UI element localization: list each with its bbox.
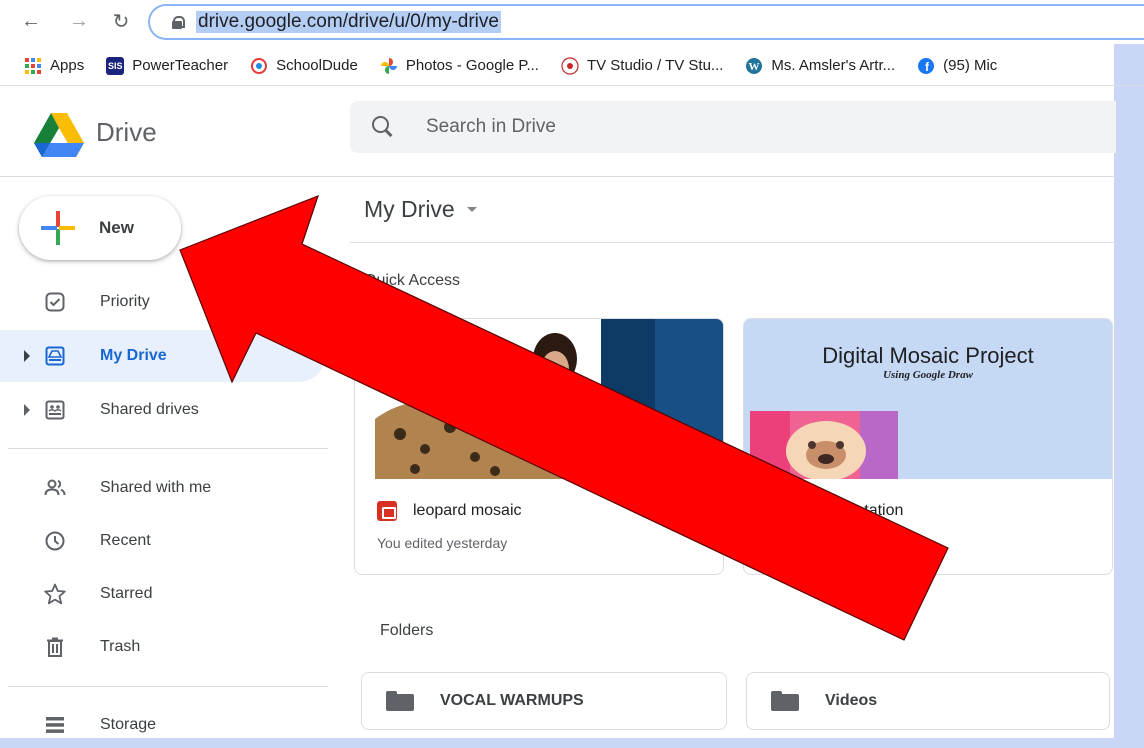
bookmark-label: SchoolDude bbox=[276, 57, 358, 74]
sidebar-item-storage[interactable]: Storage bbox=[0, 699, 325, 748]
quick-access-card-digital-mosaic[interactable]: Digital Mosaic Project Using Google Draw… bbox=[743, 318, 1113, 575]
sidebar-item-label: Shared drives bbox=[100, 401, 199, 418]
folders-heading: Folders bbox=[380, 622, 434, 639]
new-button-label: New bbox=[99, 218, 134, 237]
new-button[interactable]: New bbox=[19, 196, 181, 260]
sidebar-item-recent[interactable]: Recent bbox=[0, 515, 325, 567]
browser-toolbar: ← → ↻ drive.google.com/drive/u/0/my-driv… bbox=[0, 0, 1144, 44]
app-name[interactable]: Drive bbox=[96, 117, 157, 148]
drive-logo-icon[interactable] bbox=[34, 113, 84, 157]
shared-drives-icon bbox=[44, 399, 66, 421]
address-bar[interactable]: drive.google.com/drive/u/0/my-drive bbox=[148, 4, 1144, 40]
forward-arrow-icon[interactable]: → bbox=[66, 8, 92, 34]
page-title: My Drive bbox=[364, 196, 455, 222]
sidebar-item-label: Recent bbox=[100, 532, 151, 549]
bookmarks-bar: Apps SIS PowerTeacher SchoolDude Photos … bbox=[0, 46, 1144, 86]
search-input[interactable]: Search in Drive bbox=[426, 116, 556, 138]
main-content: My Drive Quick Access leopard mosaic You… bbox=[350, 178, 1116, 738]
folder-vocal-warmups[interactable]: VOCAL WARMUPS bbox=[361, 672, 727, 730]
card-subtitle: You edited yesterday bbox=[377, 535, 508, 551]
my-drive-dropdown[interactable]: My Drive bbox=[364, 196, 477, 223]
sidebar-item-starred[interactable]: Starred bbox=[0, 568, 325, 620]
slides-icon bbox=[377, 501, 397, 521]
drive-header: Drive Search in Drive bbox=[0, 87, 1116, 177]
folder-name: Videos bbox=[825, 692, 878, 709]
storage-icon bbox=[44, 714, 66, 736]
back-arrow-icon[interactable]: ← bbox=[18, 8, 44, 34]
sidebar-divider bbox=[8, 448, 328, 449]
bookmark-google-photos[interactable]: Photos - Google P... bbox=[380, 57, 539, 75]
svg-text:W: W bbox=[749, 61, 760, 73]
lock-icon bbox=[172, 16, 185, 29]
sidebar-item-label: Storage bbox=[100, 716, 157, 733]
facebook-icon: f bbox=[917, 57, 935, 75]
star-icon bbox=[44, 583, 66, 605]
card-title: leopard mosaic bbox=[377, 501, 522, 521]
people-icon bbox=[44, 477, 66, 499]
folder-icon bbox=[771, 691, 799, 711]
sidebar-item-shared-with-me[interactable]: Shared with me bbox=[0, 462, 325, 514]
card-title: d presentation bbox=[766, 501, 903, 521]
schooldude-icon bbox=[250, 57, 268, 75]
tv-studio-icon bbox=[561, 56, 579, 75]
bookmark-schooldude[interactable]: SchoolDude bbox=[250, 57, 358, 75]
sidebar-item-label: Shared with me bbox=[100, 479, 212, 496]
bookmark-label: Photos - Google P... bbox=[405, 57, 539, 74]
sidebar-item-label: Priority bbox=[100, 293, 150, 310]
clock-icon bbox=[44, 530, 66, 552]
card-name-text: d presentation bbox=[802, 502, 904, 519]
slides-icon bbox=[766, 501, 786, 521]
bookmark-facebook[interactable]: f (95) Mic bbox=[917, 57, 997, 75]
bookmark-label: PowerTeacher bbox=[132, 57, 229, 74]
title-divider bbox=[350, 242, 1116, 243]
bookmark-label: (95) Mic bbox=[943, 57, 998, 74]
bookmark-label: TV Studio / TV Stu... bbox=[586, 57, 724, 74]
card-thumbnail bbox=[355, 319, 723, 479]
plus-icon bbox=[41, 211, 75, 245]
card-name-text: leopard mosaic bbox=[413, 502, 522, 519]
bookmark-powerteacher[interactable]: SIS PowerTeacher bbox=[106, 56, 229, 75]
wordpress-icon: W bbox=[745, 57, 763, 75]
apps-grid-icon bbox=[24, 57, 42, 75]
thumb-title: Digital Mosaic Project bbox=[822, 343, 1034, 368]
bookmark-label: Ms. Amsler's Artr... bbox=[771, 57, 896, 74]
url-text[interactable]: drive.google.com/drive/u/0/my-drive bbox=[196, 11, 501, 33]
sidebar-divider bbox=[8, 686, 328, 687]
thumb-subtitle: Using Google Draw bbox=[883, 369, 973, 381]
folder-icon bbox=[386, 691, 414, 711]
sidebar-item-trash[interactable]: Trash bbox=[0, 621, 325, 673]
priority-check-icon bbox=[44, 291, 66, 313]
sidebar-item-label: Trash bbox=[100, 638, 141, 655]
bookmark-label: Apps bbox=[50, 57, 85, 74]
sidebar-item-my-drive[interactable]: My Drive bbox=[0, 330, 325, 382]
browser-window: ← → ↻ drive.google.com/drive/u/0/my-driv… bbox=[0, 0, 1144, 748]
chevron-down-icon bbox=[466, 207, 477, 212]
folder-videos[interactable]: Videos bbox=[746, 672, 1110, 730]
bookmark-tv-studio[interactable]: TV Studio / TV Stu... bbox=[561, 56, 724, 75]
sidebar: New Priority My Drive Shared drives Shar… bbox=[0, 178, 340, 738]
google-photos-icon bbox=[380, 57, 398, 75]
trash-icon bbox=[44, 636, 66, 658]
sidebar-item-label: My Drive bbox=[100, 347, 167, 364]
sis-icon: SIS bbox=[106, 56, 125, 75]
folder-name: VOCAL WARMUPS bbox=[440, 692, 584, 709]
quick-access-card-leopard[interactable]: leopard mosaic You edited yesterday bbox=[354, 318, 724, 575]
search-icon[interactable] bbox=[372, 116, 394, 138]
card-thumbnail: Digital Mosaic Project Using Google Draw bbox=[744, 319, 1112, 479]
bookmark-apps[interactable]: Apps bbox=[24, 57, 84, 75]
search-bar[interactable]: Search in Drive bbox=[350, 101, 1116, 153]
bulldog-mosaic-image bbox=[750, 411, 898, 479]
my-drive-icon bbox=[44, 345, 66, 367]
expand-caret-icon[interactable] bbox=[24, 404, 30, 416]
sidebar-item-priority[interactable]: Priority bbox=[0, 276, 325, 328]
reload-icon[interactable]: ↻ bbox=[108, 8, 134, 34]
sidebar-item-shared-drives[interactable]: Shared drives bbox=[0, 384, 325, 436]
expand-caret-icon[interactable] bbox=[24, 350, 30, 362]
bookmark-amsler-artroom[interactable]: W Ms. Amsler's Artr... bbox=[745, 57, 895, 75]
quick-access-heading: Quick Access bbox=[364, 272, 461, 289]
sidebar-item-label: Starred bbox=[100, 585, 153, 602]
